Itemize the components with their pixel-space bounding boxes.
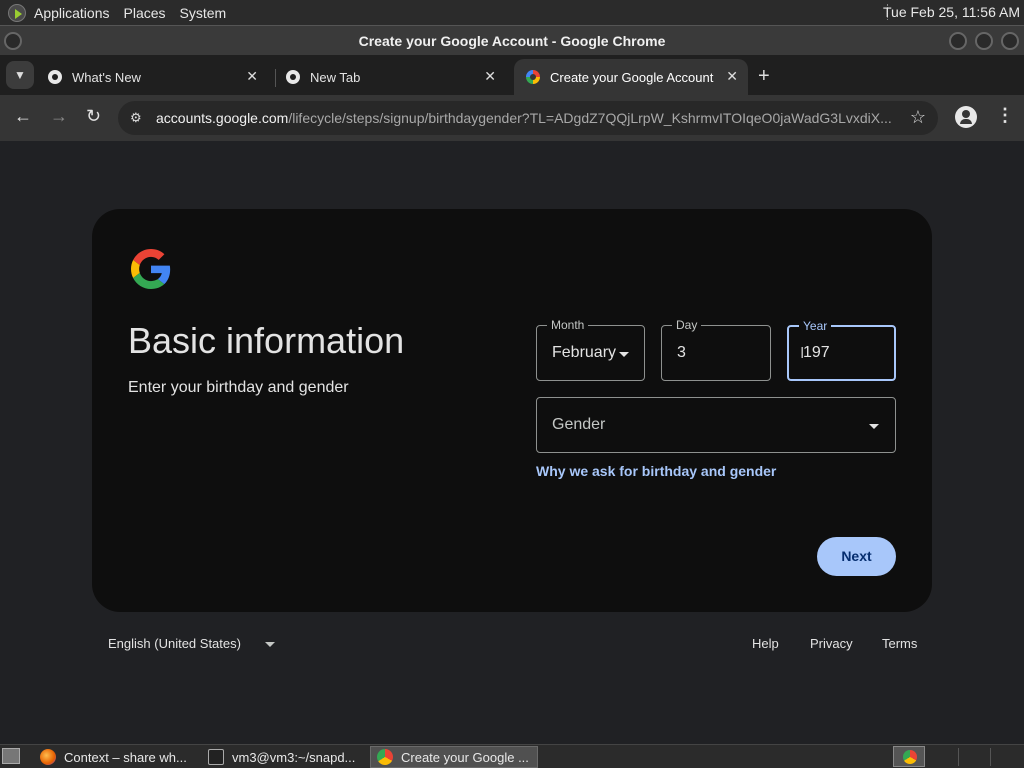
system-menu[interactable]: System [180, 5, 227, 21]
year-label: Year [799, 319, 832, 333]
tab-whats-new[interactable]: What's New ✕ [36, 59, 268, 95]
gender-select[interactable]: Gender [536, 397, 896, 453]
new-tab-icon[interactable]: + [758, 65, 770, 88]
text-cursor-icon: I [800, 345, 805, 362]
tab-label: What's New [72, 69, 141, 85]
chrome-icon [903, 750, 917, 764]
page-title: Basic information [128, 320, 405, 361]
month-select[interactable]: Month February [536, 318, 645, 381]
window-title: Create your Google Account - Google Chro… [358, 33, 666, 49]
url-host: accounts.google.com [156, 110, 289, 126]
chrome-favicon-icon [286, 70, 300, 84]
tab-label: New Tab [310, 69, 361, 85]
workspace-divider [958, 748, 959, 766]
chrome-icon [377, 749, 393, 765]
google-logo-icon [131, 249, 171, 289]
close-tab-icon[interactable]: ✕ [726, 68, 738, 85]
back-arrow-icon[interactable]: ← [14, 106, 32, 127]
show-desktop-icon[interactable] [2, 748, 20, 764]
page-subtitle: Enter your birthday and gender [128, 379, 349, 396]
year-field[interactable]: Year 197 I [787, 319, 896, 381]
taskbar-item-chrome[interactable]: Create your Google ... [370, 746, 538, 768]
url-path: /lifecycle/steps/signup/birthdaygender?T… [288, 110, 892, 126]
bottom-taskbar: Context – share wh... vm3@vm3:~/snapd...… [0, 744, 1024, 768]
day-field[interactable]: Day 3 [661, 318, 771, 381]
site-info-icon[interactable]: ⚙ [130, 110, 142, 126]
month-value: February [552, 344, 617, 361]
reload-icon[interactable]: ↻ [86, 106, 101, 127]
google-favicon-icon [526, 70, 540, 84]
next-button[interactable]: Next [817, 537, 896, 576]
signup-card: Basic information Enter your birthday an… [92, 209, 932, 612]
why-we-ask-link[interactable]: Why we ask for birthday and gender [536, 463, 776, 479]
forward-arrow-icon[interactable]: → [50, 106, 68, 127]
window-menu-button[interactable] [4, 32, 22, 50]
tab-new-tab[interactable]: New Tab ✕ [274, 59, 506, 95]
tab-strip: ▼ What's New ✕ New Tab ✕ Create your Goo… [0, 55, 1024, 95]
privacy-link[interactable]: Privacy [810, 636, 853, 651]
close-tab-icon[interactable]: ✕ [484, 68, 496, 85]
taskbar-item-firefox[interactable]: Context – share wh... [34, 746, 196, 768]
distro-logo-icon[interactable] [8, 3, 26, 22]
day-value[interactable]: 3 [677, 344, 686, 362]
clock[interactable]: Tue Feb 25, 11:56 AM [883, 4, 1020, 20]
gender-placeholder: Gender [552, 416, 606, 433]
close-tab-icon[interactable]: ✕ [246, 68, 258, 85]
workspace-divider [990, 748, 991, 766]
language-dropdown-arrow-icon[interactable] [265, 642, 275, 647]
year-value[interactable]: 197 [803, 344, 830, 362]
dropdown-arrow-icon [869, 424, 879, 429]
taskbar-item-label: vm3@vm3:~/snapd... [232, 749, 356, 765]
window-title-bar[interactable]: Create your Google Account - Google Chro… [0, 25, 1024, 55]
terms-link[interactable]: Terms [882, 636, 917, 651]
bookmark-star-icon[interactable]: ☆ [910, 107, 926, 128]
url-text[interactable]: accounts.google.com/lifecycle/steps/sign… [156, 110, 901, 126]
menu-kebab-icon[interactable]: ⋮ [996, 105, 1014, 126]
firefox-icon [40, 749, 56, 765]
tab-search-button[interactable]: ▼ [6, 61, 34, 89]
tab-label: Create your Google Account [550, 69, 714, 85]
applications-menu[interactable]: Applications [34, 5, 110, 21]
month-label: Month [547, 318, 589, 332]
top-panel: Applications Places System Tue Feb 25, 1… [0, 0, 1024, 25]
browser-toolbar: ← → ↻ ⚙ accounts.google.com/lifecycle/st… [0, 95, 1024, 141]
close-window-button[interactable] [1001, 32, 1019, 50]
taskbar-item-label: Create your Google ... [401, 749, 529, 765]
workspace-switcher[interactable] [893, 746, 925, 767]
maximize-button[interactable] [975, 32, 993, 50]
places-menu[interactable]: Places [124, 5, 166, 21]
chrome-favicon-icon [48, 70, 62, 84]
address-bar[interactable]: ⚙ accounts.google.com/lifecycle/steps/si… [118, 101, 938, 135]
taskbar-item-terminal[interactable]: vm3@vm3:~/snapd... [202, 746, 366, 768]
minimize-button[interactable] [949, 32, 967, 50]
terminal-icon [208, 749, 224, 765]
taskbar-item-label: Context – share wh... [64, 749, 187, 765]
language-selector[interactable]: English (United States) [108, 636, 241, 651]
tab-create-google-account[interactable]: Create your Google Account ✕ [514, 59, 748, 95]
help-link[interactable]: Help [752, 636, 779, 651]
profile-icon[interactable] [955, 106, 977, 128]
day-label: Day [672, 318, 702, 332]
dropdown-arrow-icon [619, 352, 629, 357]
page-content: Basic information Enter your birthday an… [0, 141, 1024, 744]
